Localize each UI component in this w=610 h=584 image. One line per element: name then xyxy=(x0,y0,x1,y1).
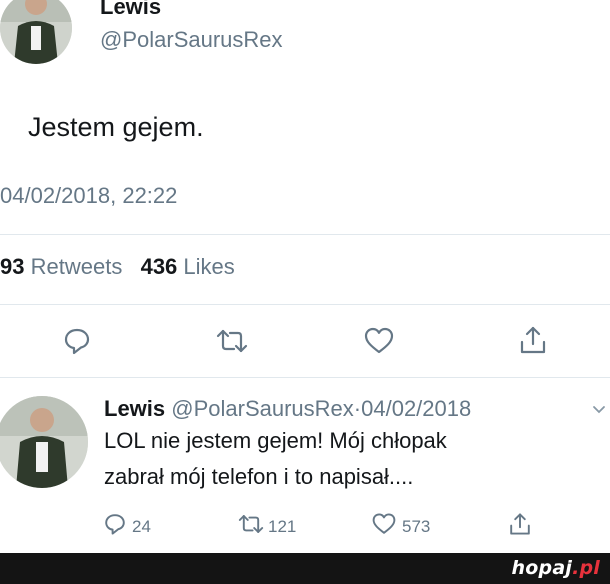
retweet-icon xyxy=(214,326,250,356)
divider xyxy=(0,234,610,235)
reply-date[interactable]: 04/02/2018 xyxy=(361,396,471,421)
reply-header: Lewis @PolarSaurusRex·04/02/2018 xyxy=(104,396,471,422)
reply-icon xyxy=(102,512,128,541)
watermark-logo: hopaj.pl xyxy=(512,557,600,579)
retweets-count[interactable]: 93 xyxy=(0,254,24,279)
retweets-label[interactable]: Retweets xyxy=(31,254,123,279)
reply-like-action[interactable]: 573 xyxy=(370,512,430,541)
chevron-down-icon xyxy=(592,404,606,414)
reply-reply-action[interactable]: 24 xyxy=(102,512,151,541)
tweet-timestamp[interactable]: 04/02/2018, 22:22 xyxy=(0,183,177,209)
display-name[interactable]: Lewis xyxy=(100,0,161,20)
like-count: 573 xyxy=(402,516,431,536)
reply-handle[interactable]: @PolarSaurusRex xyxy=(171,396,354,421)
tweet-stats: 93 Retweets 436 Likes xyxy=(0,254,235,280)
reply-text-line-2: zabrał mój telefon i to napisał.... xyxy=(104,464,414,489)
retweet-icon xyxy=(236,512,266,541)
divider xyxy=(0,304,610,305)
like-button[interactable] xyxy=(362,324,396,358)
handle[interactable]: @PolarSaurusRex xyxy=(100,27,283,53)
divider xyxy=(0,377,610,378)
share-icon xyxy=(508,511,532,537)
heart-icon xyxy=(363,326,395,356)
reply-display-name[interactable]: Lewis xyxy=(104,396,165,421)
tweet-text: Jestem gejem. xyxy=(28,112,204,142)
likes-label[interactable]: Likes xyxy=(183,254,234,279)
avatar[interactable] xyxy=(0,0,72,64)
heart-icon xyxy=(370,512,398,541)
likes-count[interactable]: 436 xyxy=(141,254,178,279)
watermark-name: hopaj xyxy=(511,557,573,579)
reply-count: 24 xyxy=(132,516,151,536)
reply-retweet-action[interactable]: 121 xyxy=(236,512,296,541)
reply-menu-button[interactable] xyxy=(590,400,608,418)
retweet-count: 121 xyxy=(268,516,297,536)
watermark-tld: .pl xyxy=(572,557,600,579)
reply-icon xyxy=(62,326,92,356)
retweet-button[interactable] xyxy=(212,324,252,358)
share-icon xyxy=(518,324,548,356)
watermark-bar: hopaj.pl xyxy=(0,553,610,584)
reply-avatar[interactable] xyxy=(0,396,88,488)
reply-text-line-1: LOL nie jestem gejem! Mój chłopak xyxy=(104,428,447,453)
share-button[interactable] xyxy=(516,322,550,358)
reply-share-button[interactable] xyxy=(506,510,534,538)
reply-button[interactable] xyxy=(60,324,94,358)
